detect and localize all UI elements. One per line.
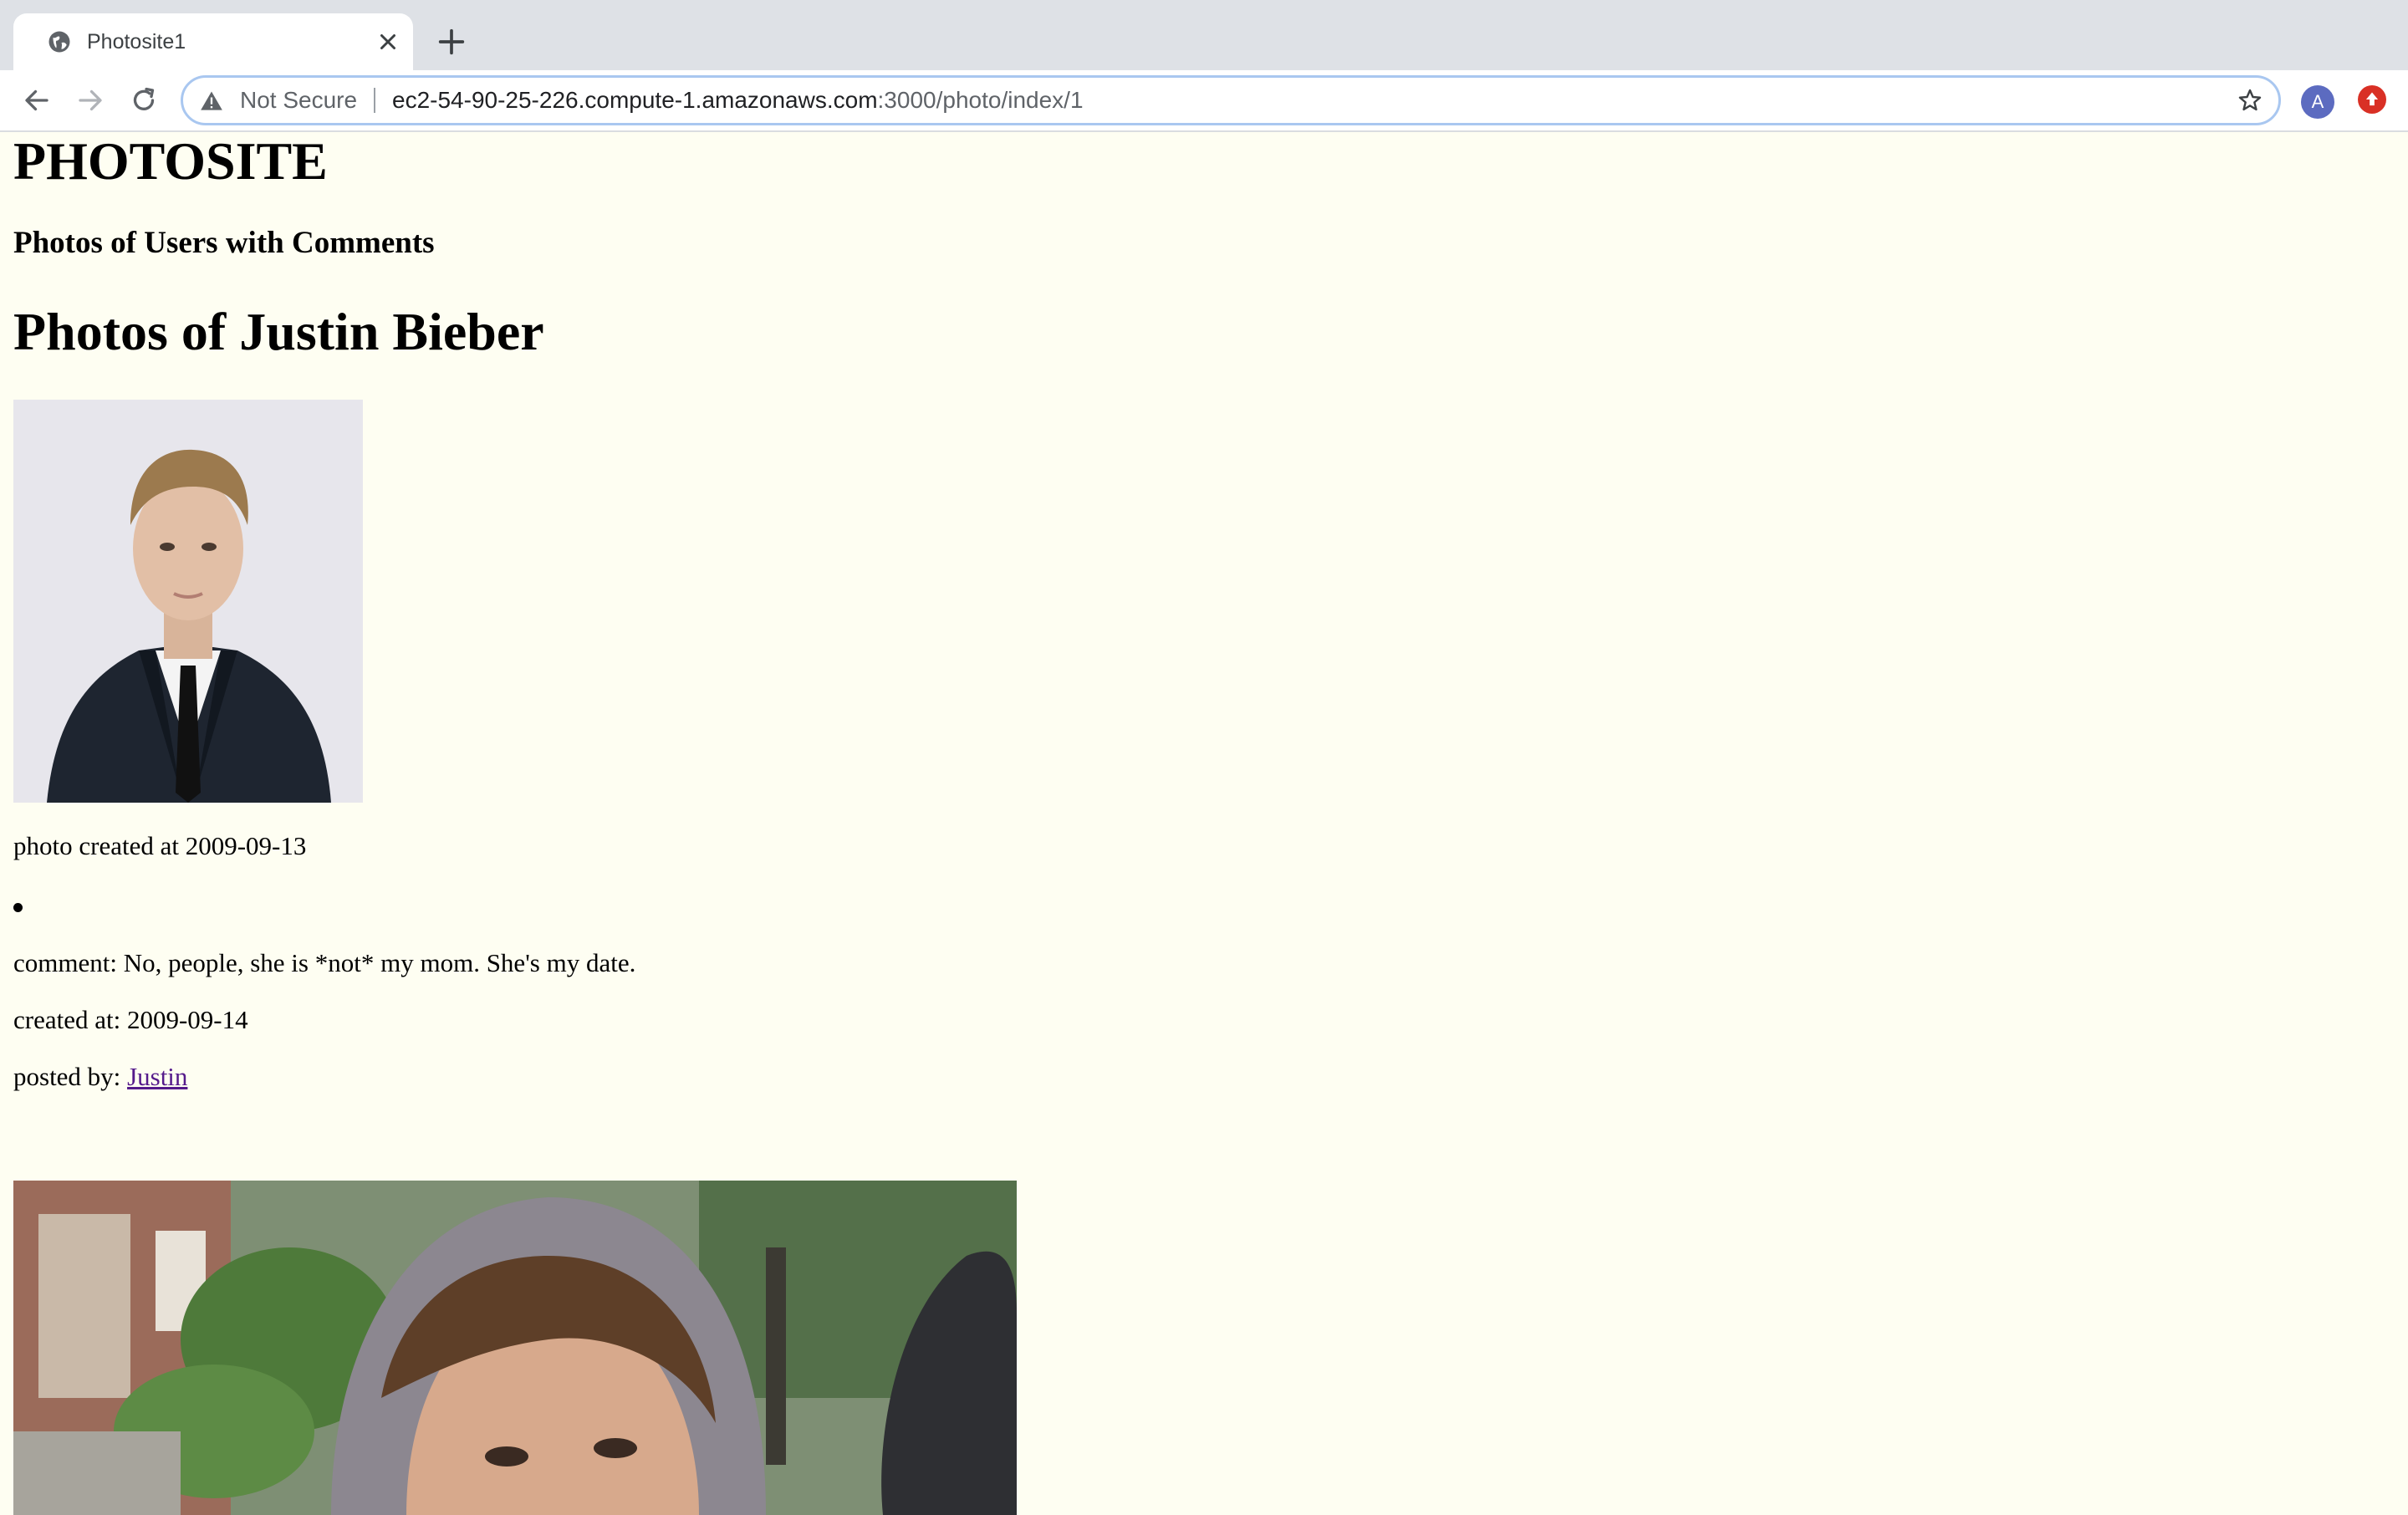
- user-photo: [13, 1181, 1017, 1515]
- forward-arrow-icon[interactable]: [75, 85, 105, 115]
- user-photo: [13, 400, 363, 803]
- bookmark-star-icon[interactable]: [2237, 87, 2263, 114]
- browser-tab[interactable]: Photosite1: [13, 13, 413, 70]
- url-path: :3000/photo/index/1: [877, 87, 1084, 113]
- profile-avatar[interactable]: A: [2301, 85, 2334, 119]
- warning-icon[interactable]: [200, 89, 223, 111]
- comment-created-date: created at: 2009-09-14: [13, 1005, 248, 1034]
- browser-tabstrip: Photosite1: [0, 0, 2408, 70]
- page-subtitle: Photos of Users with Comments: [13, 226, 435, 260]
- comment-posted-by: posted by: Justin: [13, 1062, 187, 1092]
- comment-text: comment: No, people, she is *not* my mom…: [13, 948, 636, 977]
- reload-icon[interactable]: [129, 85, 159, 115]
- back-arrow-icon[interactable]: [22, 85, 52, 115]
- url-host: ec2-54-90-25-226.compute-1.amazonaws.com: [392, 87, 878, 113]
- url-text[interactable]: ec2-54-90-25-226.compute-1.amazonaws.com…: [392, 78, 1084, 123]
- photo-created-date: photo created at 2009-09-13: [13, 831, 307, 860]
- security-label[interactable]: Not Secure: [240, 78, 357, 123]
- portrait-photo-graphic: [13, 400, 363, 803]
- posted-by-label: posted by:: [13, 1062, 128, 1091]
- close-tab-icon[interactable]: [373, 27, 403, 57]
- globe-icon: [48, 31, 70, 53]
- browser-toolbar: Not Secure ec2-54-90-25-226.compute-1.am…: [0, 70, 2408, 132]
- user-photos-heading: Photos of Justin Bieber: [13, 302, 544, 361]
- new-tab-icon[interactable]: [435, 25, 468, 59]
- selfie-photo-graphic: [13, 1181, 1017, 1515]
- tab-title: Photosite1: [87, 30, 186, 54]
- user-profile-link[interactable]: Justin: [127, 1062, 187, 1091]
- update-icon[interactable]: [2358, 85, 2386, 114]
- site-title: PHOTOSITE: [13, 131, 328, 191]
- omnibox-divider: [374, 88, 375, 113]
- list-bullet: [13, 903, 23, 912]
- address-bar[interactable]: Not Secure ec2-54-90-25-226.compute-1.am…: [181, 75, 2281, 125]
